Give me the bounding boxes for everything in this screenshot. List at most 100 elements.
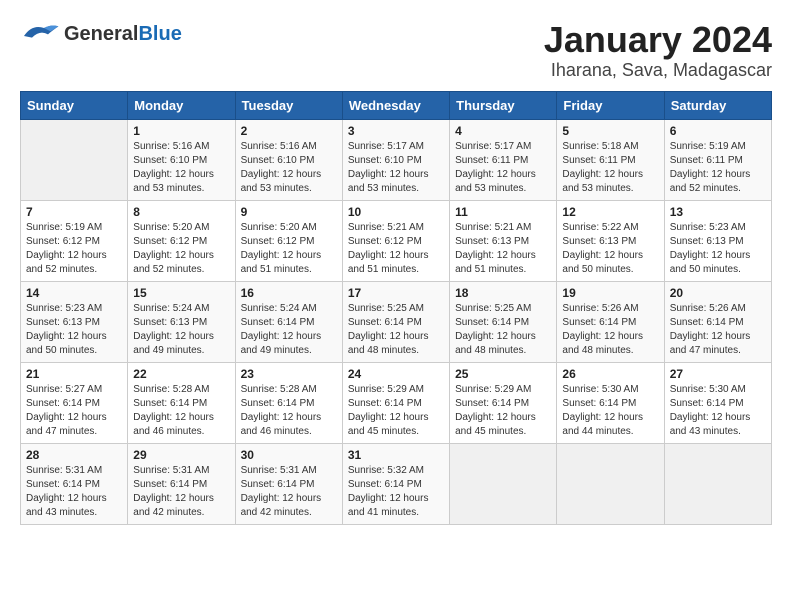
- day-number: 23: [241, 367, 337, 381]
- day-content: Sunrise: 5:21 AM Sunset: 6:13 PM Dayligh…: [455, 221, 551, 277]
- calendar-cell: 17 Sunrise: 5:25 AM Sunset: 6:14 PM Dayli…: [342, 281, 449, 362]
- logo-general: General: [64, 23, 138, 45]
- calendar-cell: 8 Sunrise: 5:20 AM Sunset: 6:12 PM Daylig…: [128, 200, 235, 281]
- day-content: Sunrise: 5:20 AM Sunset: 6:12 PM Dayligh…: [241, 221, 337, 277]
- weekday-header-friday: Friday: [557, 91, 664, 119]
- day-content: Sunrise: 5:32 AM Sunset: 6:14 PM Dayligh…: [348, 464, 444, 520]
- page-header: GeneralBlue January 2024 Iharana, Sava, …: [20, 20, 772, 81]
- calendar-cell: 30 Sunrise: 5:31 AM Sunset: 6:14 PM Dayli…: [235, 443, 342, 524]
- calendar-cell: 27Sunrise: 5:30 AM Sunset: 6:14 PM Dayli…: [664, 362, 771, 443]
- day-content: Sunrise: 5:29 AM Sunset: 6:14 PM Dayligh…: [455, 383, 551, 439]
- calendar-cell: 19 Sunrise: 5:26 AM Sunset: 6:14 PM Dayli…: [557, 281, 664, 362]
- day-content: Sunrise: 5:23 AM Sunset: 6:13 PM Dayligh…: [26, 302, 122, 358]
- day-number: 19: [562, 286, 658, 300]
- day-number: 14: [26, 286, 122, 300]
- calendar-cell: [557, 443, 664, 524]
- calendar-cell: 18Sunrise: 5:25 AM Sunset: 6:14 PM Dayli…: [450, 281, 557, 362]
- day-number: 1: [133, 124, 229, 138]
- calendar-cell: 29Sunrise: 5:31 AM Sunset: 6:14 PM Dayli…: [128, 443, 235, 524]
- title-block: January 2024 Iharana, Sava, Madagascar: [544, 20, 772, 81]
- day-content: Sunrise: 5:30 AM Sunset: 6:14 PM Dayligh…: [670, 383, 766, 439]
- day-content: Sunrise: 5:25 AM Sunset: 6:14 PM Dayligh…: [348, 302, 444, 358]
- day-content: Sunrise: 5:25 AM Sunset: 6:14 PM Dayligh…: [455, 302, 551, 358]
- weekday-header-monday: Monday: [128, 91, 235, 119]
- calendar-cell: 9 Sunrise: 5:20 AM Sunset: 6:12 PM Daylig…: [235, 200, 342, 281]
- day-number: 25: [455, 367, 551, 381]
- day-content: Sunrise: 5:19 AM Sunset: 6:11 PM Dayligh…: [670, 140, 766, 196]
- day-number: 17: [348, 286, 444, 300]
- day-content: Sunrise: 5:18 AM Sunset: 6:11 PM Dayligh…: [562, 140, 658, 196]
- day-number: 13: [670, 205, 766, 219]
- day-content: Sunrise: 5:23 AM Sunset: 6:13 PM Dayligh…: [670, 221, 766, 277]
- weekday-header-tuesday: Tuesday: [235, 91, 342, 119]
- calendar-cell: [21, 119, 128, 200]
- day-number: 22: [133, 367, 229, 381]
- day-content: Sunrise: 5:28 AM Sunset: 6:14 PM Dayligh…: [241, 383, 337, 439]
- day-content: Sunrise: 5:22 AM Sunset: 6:13 PM Dayligh…: [562, 221, 658, 277]
- day-number: 28: [26, 448, 122, 462]
- day-number: 7: [26, 205, 122, 219]
- weekday-header-sunday: Sunday: [21, 91, 128, 119]
- day-content: Sunrise: 5:26 AM Sunset: 6:14 PM Dayligh…: [562, 302, 658, 358]
- day-content: Sunrise: 5:31 AM Sunset: 6:14 PM Dayligh…: [26, 464, 122, 520]
- day-number: 16: [241, 286, 337, 300]
- day-content: Sunrise: 5:24 AM Sunset: 6:13 PM Dayligh…: [133, 302, 229, 358]
- day-number: 2: [241, 124, 337, 138]
- calendar-cell: 5 Sunrise: 5:18 AM Sunset: 6:11 PM Daylig…: [557, 119, 664, 200]
- calendar-cell: 23 Sunrise: 5:28 AM Sunset: 6:14 PM Dayli…: [235, 362, 342, 443]
- day-content: Sunrise: 5:20 AM Sunset: 6:12 PM Dayligh…: [133, 221, 229, 277]
- day-number: 31: [348, 448, 444, 462]
- logo-bird-icon: [20, 20, 60, 48]
- calendar-cell: [450, 443, 557, 524]
- calendar-header-row: SundayMondayTuesdayWednesdayThursdayFrid…: [21, 91, 772, 119]
- calendar-cell: 6Sunrise: 5:19 AM Sunset: 6:11 PM Daylig…: [664, 119, 771, 200]
- calendar-cell: 10Sunrise: 5:21 AM Sunset: 6:12 PM Dayli…: [342, 200, 449, 281]
- calendar-week-row: 7 Sunrise: 5:19 AM Sunset: 6:12 PM Daylig…: [21, 200, 772, 281]
- day-content: Sunrise: 5:16 AM Sunset: 6:10 PM Dayligh…: [241, 140, 337, 196]
- day-number: 30: [241, 448, 337, 462]
- day-content: Sunrise: 5:30 AM Sunset: 6:14 PM Dayligh…: [562, 383, 658, 439]
- day-number: 8: [133, 205, 229, 219]
- day-content: Sunrise: 5:17 AM Sunset: 6:10 PM Dayligh…: [348, 140, 444, 196]
- day-number: 9: [241, 205, 337, 219]
- day-content: Sunrise: 5:29 AM Sunset: 6:14 PM Dayligh…: [348, 383, 444, 439]
- calendar-cell: [664, 443, 771, 524]
- day-number: 10: [348, 205, 444, 219]
- calendar-cell: 15 Sunrise: 5:24 AM Sunset: 6:13 PM Dayli…: [128, 281, 235, 362]
- day-content: Sunrise: 5:28 AM Sunset: 6:14 PM Dayligh…: [133, 383, 229, 439]
- calendar-cell: 31 Sunrise: 5:32 AM Sunset: 6:14 PM Dayli…: [342, 443, 449, 524]
- calendar-cell: 14 Sunrise: 5:23 AM Sunset: 6:13 PM Dayli…: [21, 281, 128, 362]
- calendar-week-row: 28 Sunrise: 5:31 AM Sunset: 6:14 PM Dayli…: [21, 443, 772, 524]
- day-number: 21: [26, 367, 122, 381]
- page-title: January 2024: [544, 20, 772, 60]
- calendar-cell: 2 Sunrise: 5:16 AM Sunset: 6:10 PM Daylig…: [235, 119, 342, 200]
- day-number: 4: [455, 124, 551, 138]
- day-number: 5: [562, 124, 658, 138]
- day-number: 12: [562, 205, 658, 219]
- day-number: 26: [562, 367, 658, 381]
- day-content: Sunrise: 5:16 AM Sunset: 6:10 PM Dayligh…: [133, 140, 229, 196]
- calendar-week-row: 1 Sunrise: 5:16 AM Sunset: 6:10 PM Daylig…: [21, 119, 772, 200]
- day-content: Sunrise: 5:19 AM Sunset: 6:12 PM Dayligh…: [26, 221, 122, 277]
- calendar-cell: 1 Sunrise: 5:16 AM Sunset: 6:10 PM Daylig…: [128, 119, 235, 200]
- day-content: Sunrise: 5:31 AM Sunset: 6:14 PM Dayligh…: [241, 464, 337, 520]
- calendar-cell: 24 Sunrise: 5:29 AM Sunset: 6:14 PM Dayli…: [342, 362, 449, 443]
- day-number: 24: [348, 367, 444, 381]
- calendar-cell: 26 Sunrise: 5:30 AM Sunset: 6:14 PM Dayli…: [557, 362, 664, 443]
- calendar-cell: 13 Sunrise: 5:23 AM Sunset: 6:13 PM Dayli…: [664, 200, 771, 281]
- day-number: 20: [670, 286, 766, 300]
- weekday-header-wednesday: Wednesday: [342, 91, 449, 119]
- day-number: 15: [133, 286, 229, 300]
- day-content: Sunrise: 5:26 AM Sunset: 6:14 PM Dayligh…: [670, 302, 766, 358]
- calendar-cell: 16 Sunrise: 5:24 AM Sunset: 6:14 PM Dayli…: [235, 281, 342, 362]
- calendar-cell: 28 Sunrise: 5:31 AM Sunset: 6:14 PM Dayli…: [21, 443, 128, 524]
- calendar-cell: 7 Sunrise: 5:19 AM Sunset: 6:12 PM Daylig…: [21, 200, 128, 281]
- day-content: Sunrise: 5:24 AM Sunset: 6:14 PM Dayligh…: [241, 302, 337, 358]
- day-number: 11: [455, 205, 551, 219]
- calendar-week-row: 21Sunrise: 5:27 AM Sunset: 6:14 PM Dayli…: [21, 362, 772, 443]
- day-content: Sunrise: 5:31 AM Sunset: 6:14 PM Dayligh…: [133, 464, 229, 520]
- calendar-cell: 25 Sunrise: 5:29 AM Sunset: 6:14 PM Dayli…: [450, 362, 557, 443]
- calendar-week-row: 14 Sunrise: 5:23 AM Sunset: 6:13 PM Dayli…: [21, 281, 772, 362]
- calendar-cell: 11 Sunrise: 5:21 AM Sunset: 6:13 PM Dayli…: [450, 200, 557, 281]
- logo-blue: Blue: [138, 23, 181, 45]
